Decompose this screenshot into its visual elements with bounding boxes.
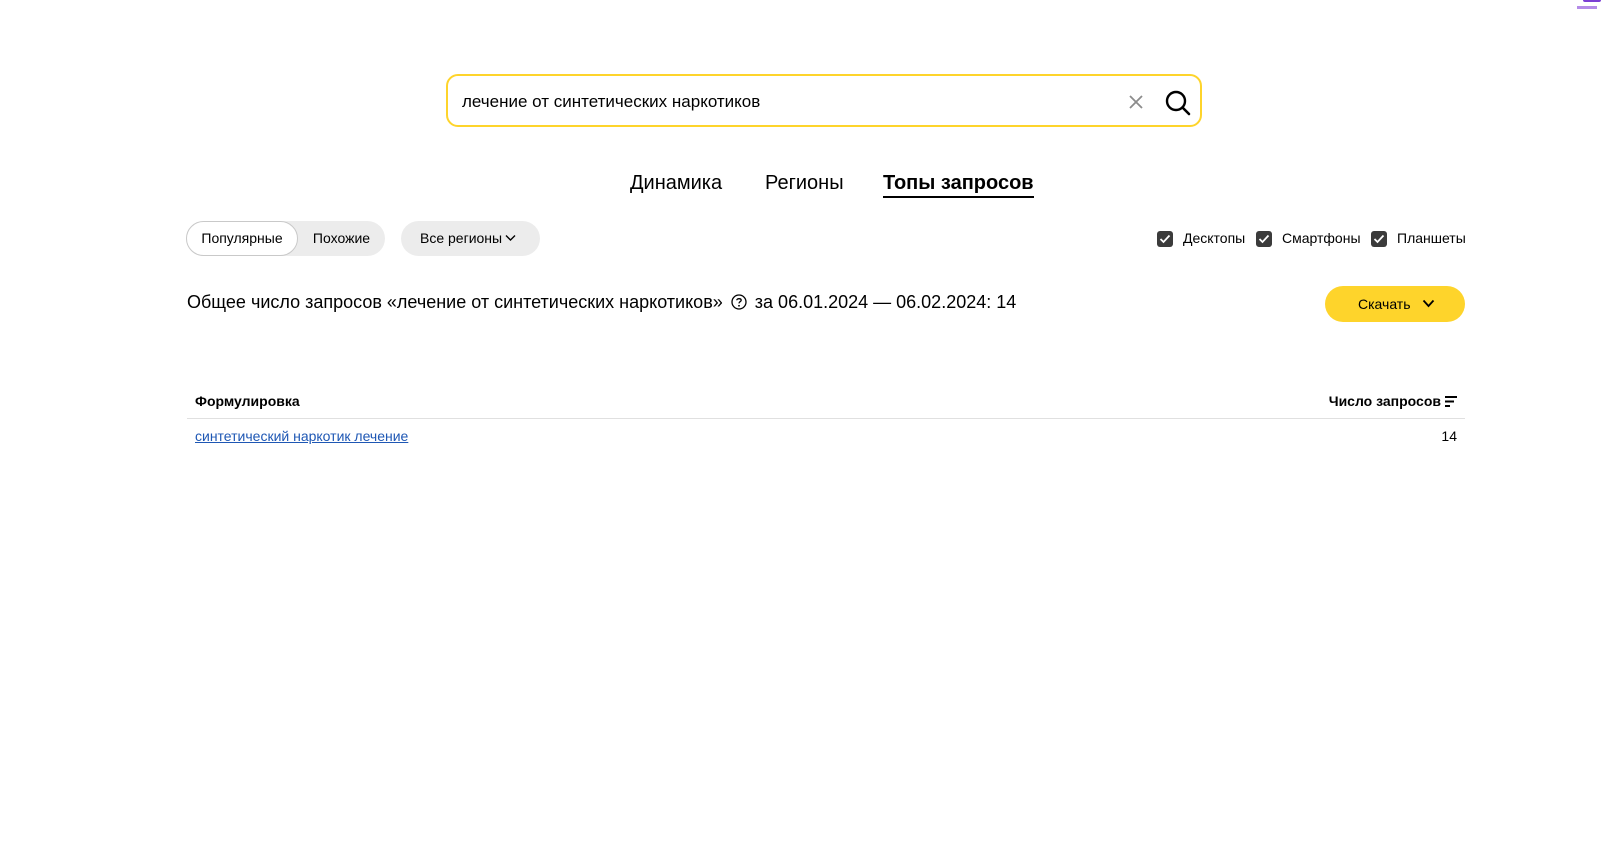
question-circle-icon[interactable] [731, 294, 747, 310]
checkbox-checked-icon[interactable] [1256, 231, 1272, 247]
download-button[interactable]: Скачать [1325, 286, 1465, 322]
query-type-segment: Популярные Похожие [186, 221, 385, 256]
checkbox-desktops-label: Десктопы [1183, 230, 1246, 246]
regions-dropdown-label: Все регионы [420, 230, 503, 246]
queries-table: Формулировка Число запросов синтетически… [187, 390, 1465, 451]
chevron-down-icon [1422, 299, 1435, 308]
segment-similar[interactable]: Похожие [298, 221, 385, 256]
table-header: Формулировка Число запросов [187, 390, 1465, 419]
close-icon[interactable] [1126, 92, 1146, 112]
query-link[interactable]: синтетический наркотик лечение [195, 428, 408, 444]
segment-popular[interactable]: Популярные [186, 221, 298, 256]
summary-suffix: за 06.01.2024 — 06.02.2024: 14 [754, 292, 1017, 312]
corner-logo [1567, 0, 1603, 14]
search-icon[interactable] [1164, 89, 1192, 117]
total-queries-summary: Общее число запросов «лечение от синтети… [187, 292, 1016, 313]
tab-top-queries[interactable]: Топы запросов [883, 172, 1034, 198]
search-box [446, 74, 1202, 127]
summary-prefix: Общее число запросов «лечение от синтети… [187, 292, 723, 312]
checkbox-checked-icon[interactable] [1371, 231, 1387, 247]
regions-dropdown[interactable]: Все регионы [401, 221, 540, 256]
download-button-label: Скачать [1358, 296, 1411, 312]
column-header-wording: Формулировка [195, 393, 300, 409]
table-row: синтетический наркотик лечение 14 [187, 419, 1465, 451]
checkbox-smartphones-label: Смартфоны [1282, 230, 1361, 246]
checkbox-checked-icon[interactable] [1157, 231, 1173, 247]
checkbox-tablets-label: Планшеты [1397, 230, 1466, 246]
chevron-down-icon [505, 235, 516, 241]
page: Динамика Регионы Топы запросов Популярны… [0, 0, 1603, 860]
search-input[interactable] [460, 84, 1104, 120]
tab-dynamics[interactable]: Динамика [630, 172, 722, 195]
sort-icon[interactable] [1445, 396, 1457, 407]
query-count: 14 [1441, 428, 1457, 444]
column-header-count[interactable]: Число запросов [1329, 393, 1441, 409]
tab-regions[interactable]: Регионы [765, 172, 844, 195]
